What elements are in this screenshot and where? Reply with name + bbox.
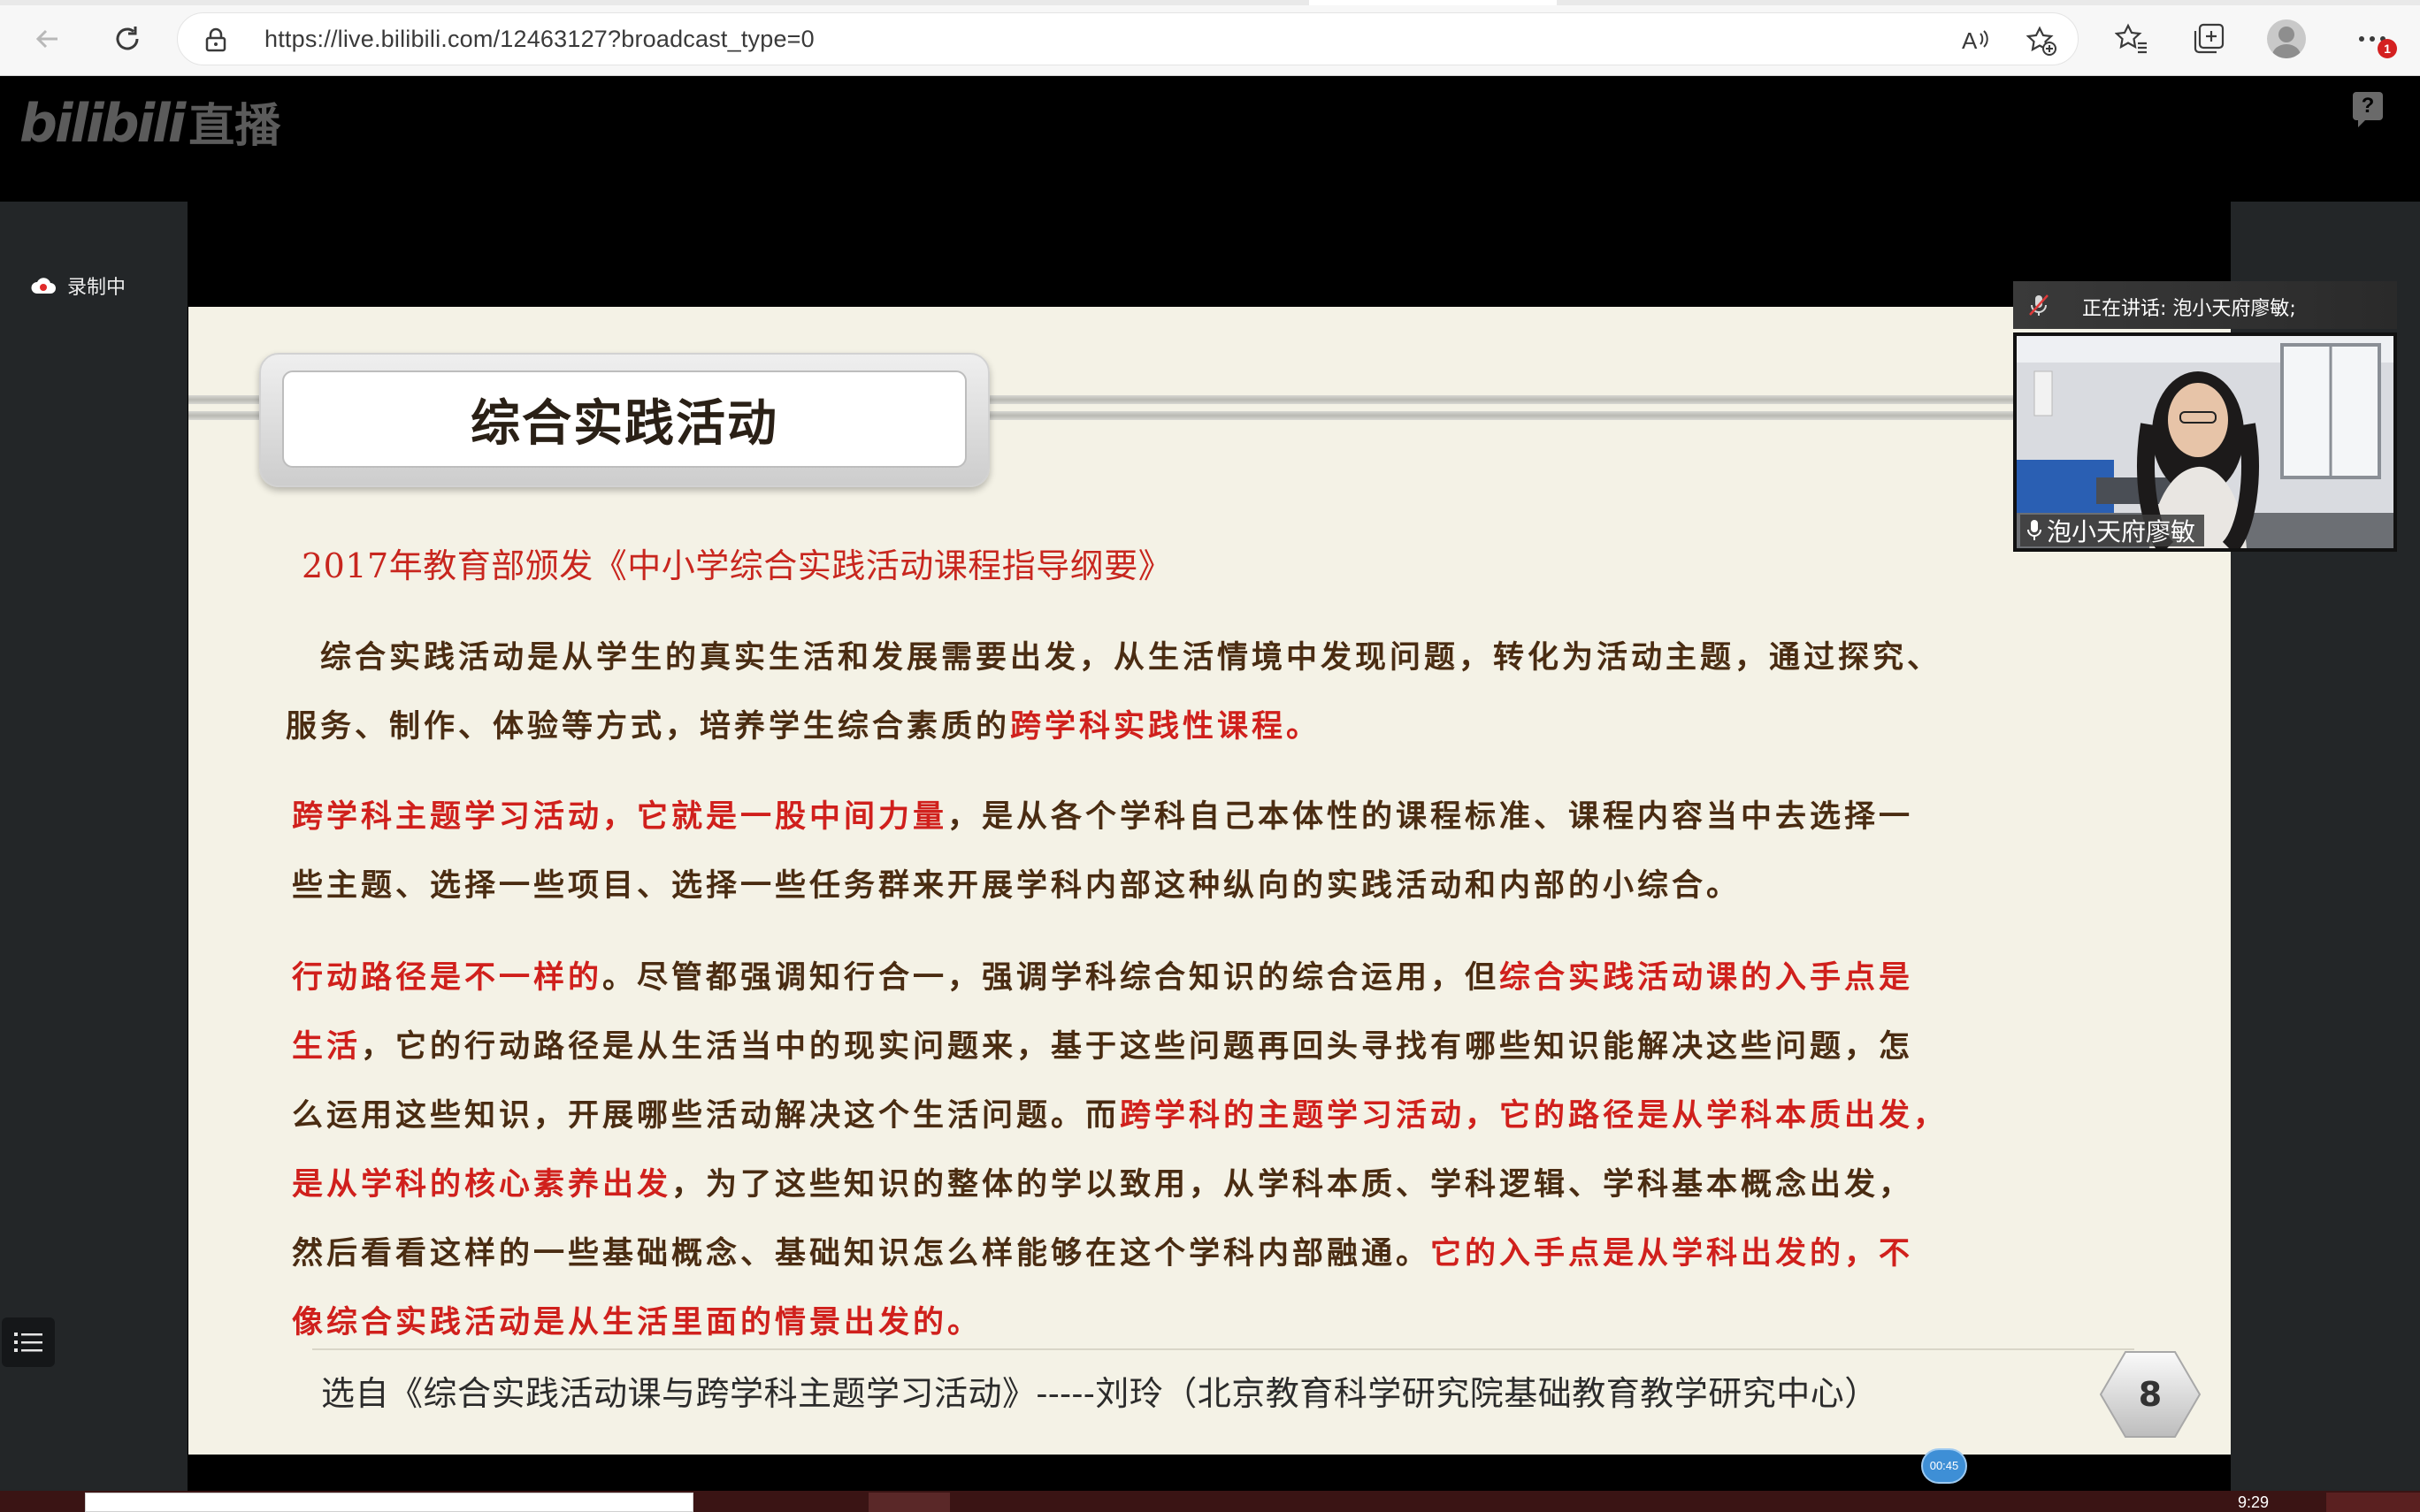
text-segment: ，它的行动路径是从生活当中的现实问题来，基于这些问题再回头寻找有哪些知识能解决这…: [361, 1028, 1914, 1065]
recording-indicator: 录制中: [30, 270, 126, 302]
url-text[interactable]: https://live.bilibili.com/12463127?broad…: [264, 26, 815, 53]
slide-title: 综合实践活动: [471, 394, 778, 453]
taskbar-search-box[interactable]: [85, 1493, 693, 1512]
paragraph-2: 跨学科主题学习活动，它就是一股中间力量，是从各个学科自己本体性的课程标准、课程内…: [292, 783, 1913, 920]
lock-icon[interactable]: [204, 27, 227, 52]
arrow-left-icon: [35, 29, 57, 49]
favorites-icon[interactable]: [2112, 19, 2151, 58]
recording-label: 录制中: [67, 277, 126, 299]
highlight-segment: 跨学科实践性课程。: [1010, 708, 1321, 745]
paragraph-1-line-1: 综合实践活动是从学生的真实生活和发展需要出发，从生活情境中发现问题，转化为活动主…: [286, 639, 1942, 676]
highlight-segment: 跨学科主题学习活动，它就是一股中间力量: [292, 798, 948, 835]
highlight-segment: 是从学科的核心素养出发: [292, 1166, 672, 1203]
bilibili-live-logo[interactable]: bilibili 直播: [19, 88, 280, 159]
profile-avatar[interactable]: [2267, 19, 2306, 58]
slide-page-badge: 8: [2099, 1350, 2202, 1439]
list-icon: [14, 1333, 42, 1352]
text-segment: ，是从各个学科自己本体性的课程标准、课程内容当中去选择一: [947, 798, 1914, 835]
browser-toolbar: https://live.bilibili.com/12463127?broad…: [0, 0, 2420, 76]
add-favorite-icon[interactable]: [2026, 26, 2056, 56]
speaker-name: 泡小天府廖敏: [2047, 517, 2196, 546]
mic-icon: [2027, 520, 2041, 540]
help-icon[interactable]: ?: [2353, 92, 2383, 127]
highlight-segment: 生活: [292, 1028, 362, 1065]
paragraph-3-line-3: 么运用这些知识，开展哪些活动解决这个生活问题。而跨学科的主题学习活动，它的路径是…: [292, 1081, 1948, 1150]
speaker-header: 正在讲话: 泡小天府廖敏;: [2013, 281, 2397, 329]
highlight-segment: 综合实践活动课的入手点是: [1499, 959, 1914, 996]
paragraph-2-line-2: 些主题、选择一些项目、选择一些任务群来开展学科内部这种纵向的实践活动和内部的小综…: [292, 867, 1742, 904]
speaker-video[interactable]: 泡小天府廖敏: [2013, 332, 2397, 552]
presentation-slide: 综合实践活动 2017年教育部颁发《中小学综合实践活动课程指导纲要》 综合实践活…: [188, 307, 2231, 1455]
taskbar-app-button[interactable]: [869, 1493, 950, 1512]
highlight-segment: 它的入手点是从学科出发的，不: [1430, 1235, 1914, 1271]
paragraph-1: 综合实践活动是从学生的真实生活和发展需要出发，从生活情境中发现问题，转化为活动主…: [286, 623, 1941, 761]
collections-icon[interactable]: [2189, 19, 2228, 58]
reload-button[interactable]: [106, 18, 149, 60]
logo-suffix: 直播: [188, 100, 281, 153]
text-segment: 服务、制作、体验等方式，培养学生综合素质的: [286, 708, 1011, 745]
slide-title-box: 综合实践活动: [282, 370, 967, 468]
progress-time-knob[interactable]: 00:45: [1921, 1448, 1967, 1484]
paragraph-3-line-1: 行动路径是不一样的。尽管都强调知行合一，强调学科综合知识的综合运用，但综合实践活…: [292, 943, 1948, 1012]
text-segment: ，为了这些知识的整体的学以致用，从学科本质、学科逻辑、学科基本概念出发，: [671, 1166, 1914, 1203]
paragraph-3-line-2: 生活，它的行动路径是从生活当中的现实问题来，基于这些问题再回头寻找有哪些知识能解…: [292, 1012, 1948, 1081]
speaker-name-tag: 泡小天府廖敏: [2020, 515, 2205, 546]
highlight-segment: 行动路径是不一样的: [292, 959, 603, 996]
paragraph-2-line-1: 跨学科主题学习活动，它就是一股中间力量，是从各个学科自己本体性的课程标准、课程内…: [292, 783, 1913, 851]
slide-page-number: 8: [2138, 1375, 2163, 1414]
notification-badge: 1: [2378, 39, 2397, 58]
address-bar[interactable]: https://live.bilibili.com/12463127?broad…: [177, 12, 2079, 65]
paragraph-1-line-2: 服务、制作、体验等方式，培养学生综合素质的跨学科实践性课程。: [286, 692, 1941, 761]
logo-text: bilibili: [19, 93, 186, 155]
taskbar-clock: 9:29: [2238, 1493, 2270, 1511]
slide-footer-divider: [312, 1348, 2134, 1350]
star-list-icon: [2115, 23, 2147, 54]
slide-subtitle: 2017年教育部颁发《中小学综合实践活动课程指导纲要》: [302, 546, 1173, 585]
cloud-recording-icon: [31, 278, 56, 294]
slide-title-frame: 综合实践活动: [259, 353, 990, 487]
slide-source-citation: 选自《综合实践活动课与跨学科主题学习活动》-----刘玲（北京教育科学研究院基础…: [321, 1374, 1879, 1413]
text-segment: 然后看看这样的一些基础概念、基础知识怎么样能够在这个学科内部融通。: [292, 1235, 1431, 1271]
paragraph-3-line-4: 是从学科的核心素养出发，为了这些知识的整体的学以致用，从学科本质、学科逻辑、学科…: [292, 1150, 1948, 1219]
taskbar-corner[interactable]: [2326, 1493, 2420, 1512]
back-button[interactable]: [27, 18, 69, 60]
paragraph-3: 行动路径是不一样的。尽管都强调知行合一，强调学科综合知识的综合运用，但综合实践活…: [292, 943, 1948, 1357]
left-panel: [0, 202, 188, 1491]
list-toggle-button[interactable]: [2, 1317, 55, 1367]
highlight-segment: 跨学科的主题学习活动，它的路径是从学科本质出发，: [1120, 1097, 1949, 1134]
paragraph-3-line-6: 像综合实践活动是从生活里面的情景出发的。: [292, 1304, 983, 1340]
mic-muted-icon: [2029, 294, 2049, 316]
text-segment: 么运用这些知识，开展哪些活动解决这个生活问题。而: [292, 1097, 1121, 1134]
collections-glyph-icon: [2194, 23, 2225, 54]
text-segment: 。尽管都强调知行合一，强调学科综合知识的综合运用，但: [602, 959, 1500, 996]
speaking-label: 正在讲话: 泡小天府廖敏;: [2082, 298, 2296, 320]
read-aloud-icon[interactable]: A: [1960, 26, 1990, 56]
svg-text:A: A: [1962, 27, 1978, 54]
paragraph-3-line-5: 然后看看这样的一些基础概念、基础知识怎么样能够在这个学科内部融通。它的入手点是从…: [292, 1219, 1948, 1288]
reload-icon: [116, 27, 139, 50]
